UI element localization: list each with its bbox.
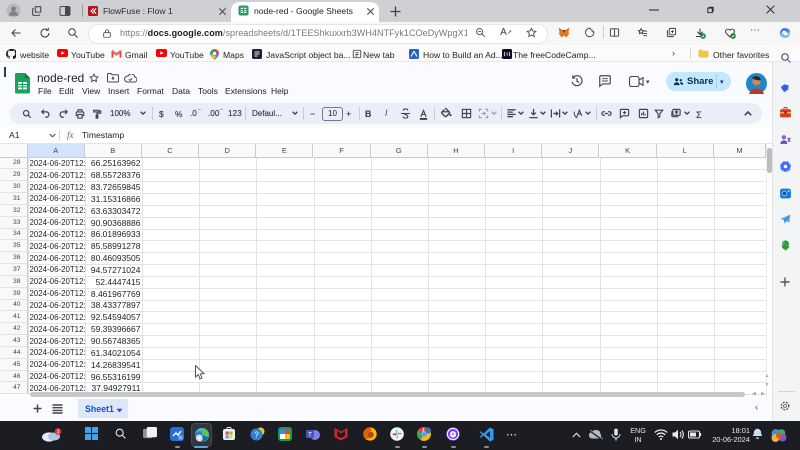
svg-text:3: 3 (56, 430, 59, 436)
svg-text:T: T (308, 432, 312, 439)
svg-text:?: ? (254, 431, 259, 440)
